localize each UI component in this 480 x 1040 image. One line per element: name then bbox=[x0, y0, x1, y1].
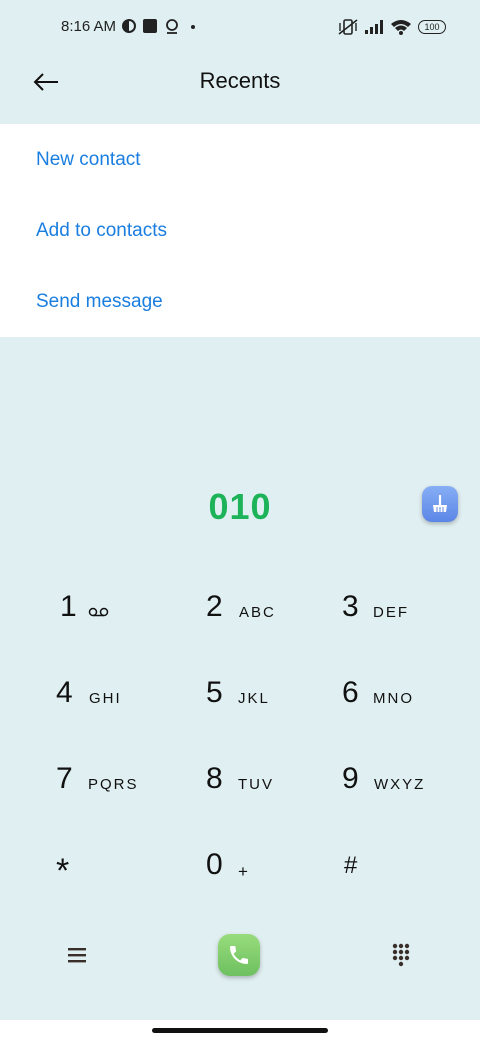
key-digit: 5 bbox=[206, 676, 223, 709]
data-saver-icon bbox=[122, 19, 136, 33]
location-icon bbox=[166, 19, 178, 34]
key-letters: MNO bbox=[373, 690, 414, 707]
keypad-icon bbox=[392, 943, 410, 967]
key-digit: * bbox=[56, 852, 70, 890]
keypad-toggle-button[interactable] bbox=[386, 938, 416, 972]
key-2[interactable]: 2 ABC bbox=[206, 590, 346, 650]
key-9[interactable]: 9 WXYZ bbox=[342, 762, 480, 822]
send-message-button[interactable]: Send message bbox=[36, 291, 163, 313]
key-0[interactable]: 0 + bbox=[206, 848, 346, 908]
key-digit: 6 bbox=[342, 676, 359, 709]
key-star[interactable]: * bbox=[56, 852, 196, 912]
key-digit: 8 bbox=[206, 762, 223, 795]
key-3[interactable]: 3 DEF bbox=[342, 590, 480, 650]
key-digit: 2 bbox=[206, 590, 223, 623]
key-letters: TUV bbox=[238, 776, 274, 793]
key-letters: JKL bbox=[238, 690, 270, 707]
key-digit: 4 bbox=[56, 676, 73, 709]
key-digit: 1 bbox=[60, 590, 77, 623]
header: Recents bbox=[0, 56, 480, 124]
battery-icon: 100 bbox=[418, 20, 446, 34]
key-5[interactable]: 5 JKL bbox=[206, 676, 346, 736]
phone-icon bbox=[230, 946, 248, 964]
status-bar: 8:16 AM 100 bbox=[0, 0, 480, 56]
add-to-contacts-button[interactable]: Add to contacts bbox=[36, 220, 167, 242]
key-digit: 3 bbox=[342, 590, 359, 623]
key-hash[interactable]: # bbox=[344, 852, 480, 912]
key-letters: + bbox=[238, 862, 250, 881]
key-4[interactable]: 4 GHI bbox=[56, 676, 196, 736]
action-menu: New contact Add to contacts Send message bbox=[0, 124, 480, 337]
voicemail-icon bbox=[88, 607, 109, 617]
signal-icon bbox=[365, 20, 383, 34]
key-6[interactable]: 6 MNO bbox=[342, 676, 480, 736]
new-contact-button[interactable]: New contact bbox=[36, 149, 141, 171]
call-button[interactable] bbox=[218, 934, 260, 976]
key-letters: DEF bbox=[373, 604, 409, 621]
key-letters: WXYZ bbox=[374, 776, 426, 793]
hamburger-icon bbox=[68, 948, 86, 963]
broom-icon bbox=[433, 495, 447, 512]
key-digit: 0 bbox=[206, 848, 223, 881]
status-time: 8:16 AM bbox=[61, 18, 117, 35]
key-letters: ABC bbox=[239, 604, 276, 621]
key-digit: # bbox=[344, 852, 358, 879]
home-indicator[interactable] bbox=[152, 1028, 328, 1033]
square-notification-icon bbox=[143, 19, 157, 33]
key-letters: GHI bbox=[89, 690, 122, 707]
page-title: Recents bbox=[199, 68, 281, 93]
key-letters: PQRS bbox=[88, 776, 139, 793]
key-1[interactable]: 1 bbox=[60, 590, 200, 650]
clear-button[interactable] bbox=[422, 486, 458, 522]
menu-button[interactable] bbox=[62, 940, 92, 970]
vibrate-off-icon bbox=[338, 19, 358, 35]
key-digit: 9 bbox=[342, 762, 359, 795]
key-8[interactable]: 8 TUV bbox=[206, 762, 346, 822]
dialed-number: 010 bbox=[208, 486, 272, 527]
navigation-bar bbox=[0, 1020, 480, 1040]
dot-icon bbox=[191, 25, 195, 29]
key-digit: 7 bbox=[56, 762, 73, 795]
battery-level: 100 bbox=[424, 22, 440, 32]
wifi-icon bbox=[391, 20, 411, 35]
key-7[interactable]: 7 PQRS bbox=[56, 762, 196, 822]
